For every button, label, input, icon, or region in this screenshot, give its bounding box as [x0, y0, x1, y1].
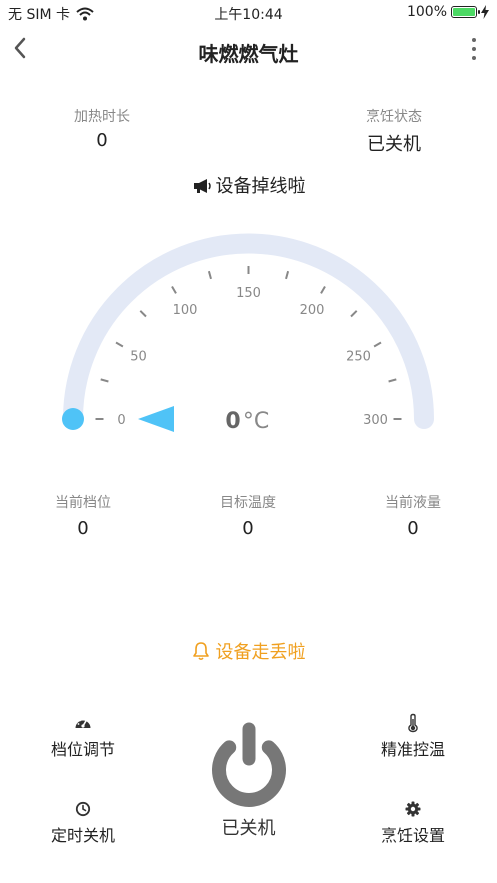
- gauge-tick-label: 300: [363, 413, 388, 428]
- gauge-tick: [115, 341, 124, 348]
- target-temp-value: 0: [242, 518, 254, 539]
- precise-temp-button[interactable]: 精准控温: [353, 712, 473, 760]
- gauge-tick-label: 250: [346, 350, 371, 365]
- gear-block: 当前档位 0: [23, 492, 143, 539]
- status-right: 100%: [407, 4, 489, 20]
- megaphone-icon: [193, 179, 211, 193]
- liquid-label: 当前液量: [385, 495, 441, 511]
- gear-label: 当前档位: [55, 495, 111, 511]
- gauge-tick-label: 100: [173, 303, 198, 318]
- gauge-tick-labels: 0 50 100 150 200 250 300: [117, 286, 388, 428]
- gear-value: 0: [77, 518, 89, 539]
- offline-notice: 设备掉线啦: [0, 172, 497, 198]
- target-temp-block: 目标温度 0: [188, 492, 308, 539]
- temperature-gauge: 0 50 100 150 200 250 300 0 °C: [62, 233, 434, 434]
- heat-time-label: 加热时长: [74, 109, 130, 125]
- gauge-tick-label: 150: [236, 286, 261, 301]
- gauge-indicator-dot: [62, 408, 84, 430]
- gauge-tick: [207, 270, 212, 280]
- heat-time-block: 加热时长 0: [40, 106, 164, 151]
- more-dot-icon: [472, 38, 476, 42]
- more-dot-icon: [472, 56, 476, 60]
- gauge-tick-label: 0: [117, 413, 125, 428]
- gauge-tick: [373, 341, 382, 348]
- gauge-pointer: [138, 406, 174, 432]
- liquid-value: 0: [407, 518, 419, 539]
- gauge-tick: [350, 310, 358, 318]
- cook-state-block: 烹饪状态 已关机: [332, 106, 456, 156]
- offline-text: 设备掉线啦: [215, 176, 306, 197]
- gauge-tick: [320, 285, 326, 294]
- gauge-tick-label: 200: [300, 303, 325, 318]
- gear-adjust-button[interactable]: 档位调节: [23, 712, 143, 760]
- page-title: 味燃燃气灶: [198, 42, 299, 66]
- gear-adjust-label: 档位调节: [50, 740, 115, 759]
- cook-state-label: 烹饪状态: [366, 109, 422, 125]
- gauge-unit: °C: [243, 409, 269, 434]
- charging-icon: [481, 5, 489, 19]
- gauge-tick: [100, 378, 109, 383]
- gauge-tick: [285, 270, 290, 280]
- gauge-tick: [388, 378, 397, 383]
- gauge-tick: [139, 310, 147, 318]
- liquid-block: 当前液量 0: [353, 492, 473, 539]
- gauge-tick: [171, 285, 177, 294]
- heat-time-value: 0: [96, 130, 108, 151]
- battery-percent: 100%: [406, 4, 447, 20]
- bell-icon: [192, 642, 209, 661]
- power-status-label: 已关机: [221, 818, 276, 839]
- gauge-value: 0: [225, 409, 240, 434]
- lost-notice: 设备走丢啦: [0, 638, 497, 664]
- status-bar: 无 SIM 卡 上午10:44 100%: [0, 0, 497, 26]
- target-temp-label: 目标温度: [220, 495, 276, 511]
- more-menu-button[interactable]: [471, 38, 477, 60]
- precise-temp-label: 精准控温: [380, 740, 445, 759]
- cook-state-value: 已关机: [367, 134, 421, 155]
- power-button[interactable]: [205, 718, 293, 808]
- speedometer-icon: [75, 718, 91, 728]
- battery-icon: [451, 6, 480, 18]
- lost-text: 设备走丢啦: [215, 642, 306, 663]
- more-dot-icon: [472, 47, 476, 51]
- thermometer-icon: [408, 713, 418, 733]
- gauge-tick-label: 50: [130, 350, 147, 365]
